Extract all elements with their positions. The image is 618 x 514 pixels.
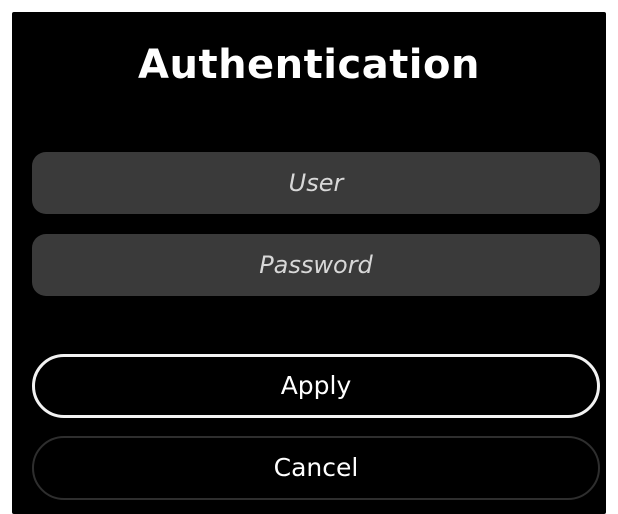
apply-button[interactable]: Apply: [32, 354, 600, 418]
user-input[interactable]: [32, 152, 600, 214]
dialog-title: Authentication: [138, 42, 480, 88]
authentication-dialog: Authentication Apply Cancel: [12, 12, 606, 514]
cancel-button[interactable]: Cancel: [32, 436, 600, 500]
password-input[interactable]: [32, 234, 600, 296]
